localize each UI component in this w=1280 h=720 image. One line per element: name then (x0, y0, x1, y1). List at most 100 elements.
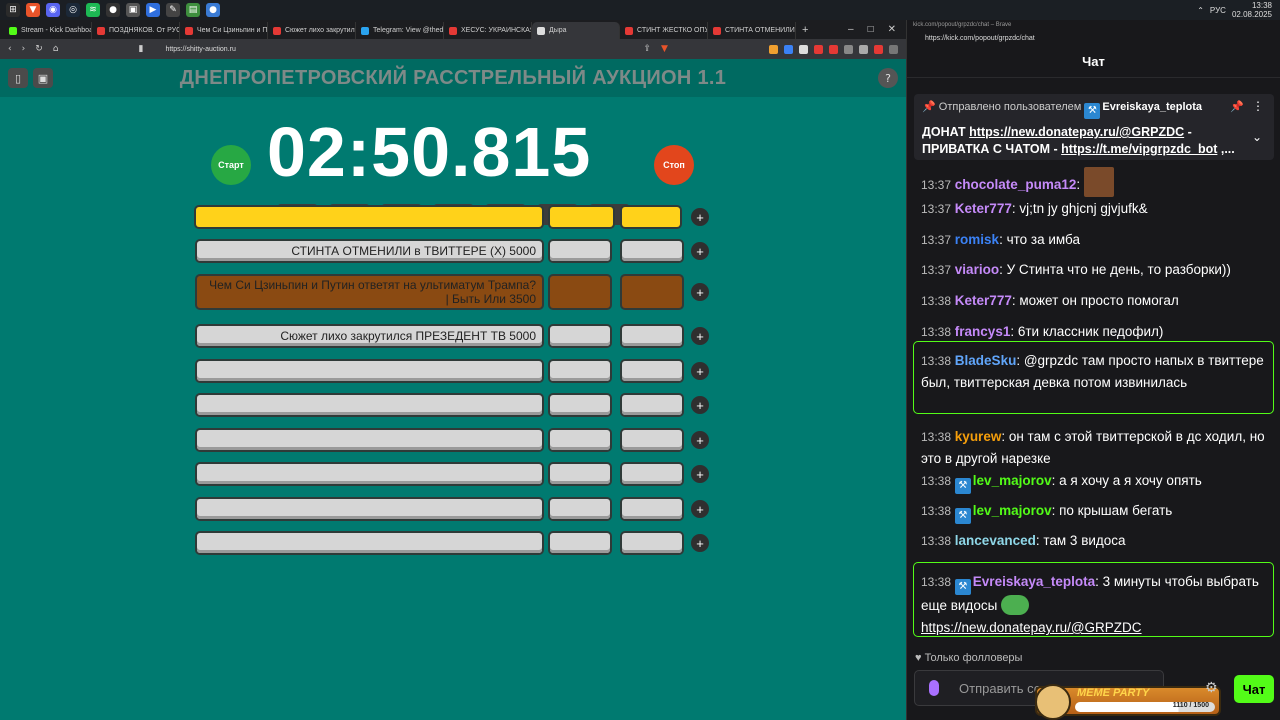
app-icon-3[interactable]: ✎ (166, 3, 180, 17)
message-username[interactable]: Keter777 (955, 293, 1012, 308)
add-to-lot-button[interactable]: + (691, 465, 709, 483)
discord-icon[interactable]: ◉ (46, 3, 60, 17)
brave-icon[interactable]: ▼ (26, 3, 40, 17)
tab-1[interactable]: ПОЗДНЯКОВ. От РУССО (92, 22, 180, 39)
lot-amount-field[interactable] (550, 276, 610, 308)
lot-amount-field[interactable] (550, 464, 610, 484)
meme-party-widget[interactable]: MEME PARTY 1110 / 1500 (1035, 684, 1221, 720)
extension-icon[interactable] (859, 44, 868, 54)
add-to-lot-button[interactable]: + (691, 283, 709, 301)
lot-name-field[interactable] (197, 533, 542, 553)
message-username[interactable]: chocolate_puma12 (955, 177, 1077, 192)
unpin-icon[interactable]: 📌 (1230, 100, 1244, 113)
forward-icon[interactable]: › (22, 44, 26, 54)
tab-4[interactable]: Telegram: View @theda (356, 22, 444, 39)
tab-2[interactable]: Чем Си Цзиньпин и П (180, 22, 268, 39)
close-icon[interactable]: ✕ (888, 24, 896, 35)
reload-icon[interactable]: ↻ (35, 44, 43, 54)
lot-extra-field[interactable] (622, 207, 680, 227)
new-tab-icon[interactable]: + (796, 24, 814, 36)
lot-amount-field[interactable] (550, 326, 610, 346)
message-username[interactable]: francys1 (955, 324, 1011, 339)
minimize-icon[interactable]: – (848, 24, 854, 35)
obs-icon[interactable]: ● (106, 3, 120, 17)
stop-button[interactable]: Стоп (654, 145, 694, 185)
lot-amount-field[interactable] (550, 207, 613, 227)
extension-icon[interactable] (814, 44, 823, 54)
settings-gear-icon[interactable]: ⚙ (1205, 680, 1218, 696)
tab-8[interactable]: СТИНТА ОТМЕНИЛИ (708, 22, 796, 39)
add-to-lot-button[interactable]: + (691, 362, 709, 380)
lot-extra-field[interactable] (622, 499, 682, 519)
lot-extra-field[interactable] (622, 361, 682, 381)
lot-name-field[interactable]: СТИНТА ОТМЕНИЛИ в ТВИТТЕРЕ (X) 5000 (197, 241, 542, 261)
message-username[interactable]: Evreiskaya_teplota (973, 574, 1095, 589)
lot-amount-field[interactable] (550, 533, 610, 553)
tray-chevron-icon[interactable]: ⌃ (1197, 6, 1204, 15)
add-to-lot-button[interactable]: + (691, 208, 709, 226)
url-field[interactable]: https://shitty-auction.ru (153, 42, 633, 56)
message-username[interactable]: romisk (955, 232, 999, 247)
lot-amount-field[interactable] (550, 499, 610, 519)
lot-name-field[interactable] (197, 361, 542, 381)
microphone-icon[interactable] (929, 680, 939, 696)
tab-7[interactable]: СТИНТ ЖЕСТКО ОПУС (620, 22, 708, 39)
lot-amount-field[interactable] (550, 395, 610, 415)
message-username[interactable]: BladeSku (955, 353, 1017, 368)
lot-extra-field[interactable] (622, 326, 682, 346)
keyboard-language[interactable]: РУС (1210, 6, 1226, 15)
pinned-link[interactable]: https://new.donatepay.ru/@GRPZDC (969, 125, 1184, 139)
message-link[interactable]: https://new.donatepay.ru/@GRPZDC (921, 620, 1142, 635)
lot-extra-field[interactable] (622, 395, 682, 415)
spotify-icon[interactable]: ≋ (86, 3, 100, 17)
help-icon[interactable]: ? (878, 68, 898, 88)
extension-icon[interactable] (889, 44, 898, 54)
pinned-user[interactable]: Evreiskaya_teplota (1102, 101, 1202, 113)
app-icon-2[interactable]: ▶ (146, 3, 160, 17)
bookmark-icon[interactable]: ▮ (138, 44, 143, 54)
lot-amount-field[interactable] (550, 361, 610, 381)
add-to-lot-button[interactable]: + (691, 431, 709, 449)
lot-name-field[interactable] (197, 395, 542, 415)
app-icon[interactable]: ▣ (126, 3, 140, 17)
lot-name-field[interactable] (196, 207, 542, 227)
extension-icon[interactable] (769, 44, 778, 54)
message-username[interactable]: lev_majorov (973, 503, 1052, 518)
app-icon-5[interactable]: ● (206, 3, 220, 17)
extension-icon[interactable] (829, 44, 838, 54)
message-username[interactable]: lev_majorov (973, 473, 1052, 488)
extension-icon[interactable] (784, 44, 793, 54)
tab-3[interactable]: Сюжет лихо закрутил (268, 22, 356, 39)
lot-amount-field[interactable] (550, 241, 610, 261)
steam-icon[interactable]: ◎ (66, 3, 80, 17)
lot-name-field[interactable]: Чем Си Цзиньпин и Путин ответят на ульти… (197, 276, 542, 308)
add-to-lot-button[interactable]: + (691, 242, 709, 260)
lot-name-field[interactable] (197, 430, 542, 450)
message-username[interactable]: lancevanced (955, 533, 1036, 548)
lot-name-field[interactable] (197, 499, 542, 519)
pinned-link-2[interactable]: https://t.me/vipgrpzdc_bot (1061, 142, 1217, 156)
lot-name-field[interactable] (197, 464, 542, 484)
add-to-lot-button[interactable]: + (691, 327, 709, 345)
message-username[interactable]: kyurew (955, 429, 1002, 444)
lot-amount-field[interactable] (550, 430, 610, 450)
lot-extra-field[interactable] (622, 430, 682, 450)
start-button[interactable]: Старт (211, 145, 251, 185)
send-chat-button[interactable]: Чат (1234, 675, 1274, 703)
chevron-down-icon[interactable]: ⌄ (1252, 130, 1262, 144)
clock[interactable]: 13:38 02.08.2025 (1232, 1, 1272, 19)
lot-extra-field[interactable] (622, 241, 682, 261)
extension-icon[interactable] (874, 44, 883, 54)
app-icon-4[interactable]: ▤ (186, 3, 200, 17)
home-icon[interactable]: ⌂ (53, 44, 59, 54)
extension-icon[interactable] (799, 44, 808, 54)
share-icon[interactable]: ⇪ (643, 44, 651, 54)
tab-0[interactable]: Stream - Kick Dashboa (4, 22, 92, 39)
tab-6[interactable]: Дыра (532, 22, 620, 39)
tab-5[interactable]: ХЕСУС: УКРАИНСКАЯ (444, 22, 532, 39)
lot-extra-field[interactable] (622, 464, 682, 484)
add-to-lot-button[interactable]: + (691, 396, 709, 414)
brave-shield-icon[interactable]: ▼ (661, 44, 668, 54)
back-icon[interactable]: ‹ (8, 44, 12, 54)
lot-name-field[interactable]: Сюжет лихо закрутился ПРЕЗЕДЕНТ ТВ 5000 (197, 326, 542, 346)
